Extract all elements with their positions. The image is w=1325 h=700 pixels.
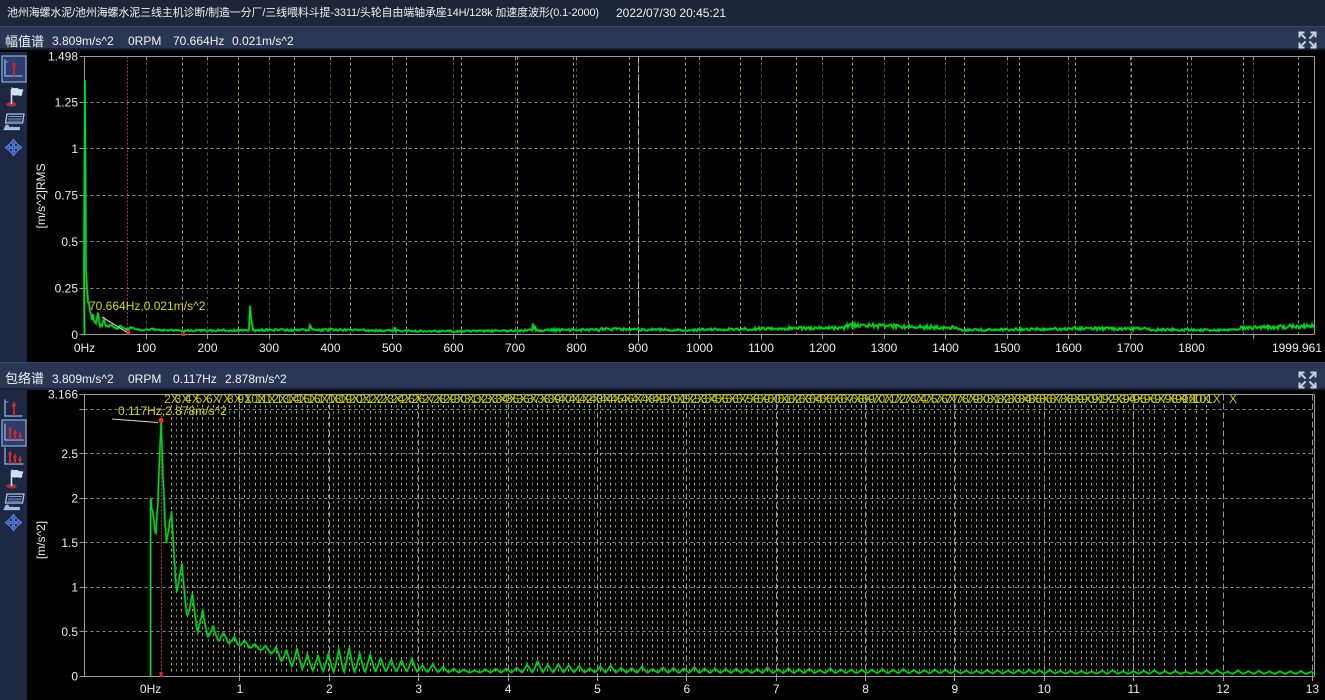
svg-text:1500: 1500 <box>994 341 1021 355</box>
svg-text:8: 8 <box>862 682 869 696</box>
svg-text:100: 100 <box>136 341 156 355</box>
svg-text:1300: 1300 <box>871 341 898 355</box>
svg-text:1100: 1100 <box>748 341 774 355</box>
svg-text:[m/s^2]RMS: [m/s^2]RMS <box>34 164 48 229</box>
svg-text:5: 5 <box>594 682 601 696</box>
svg-text:2: 2 <box>71 491 78 505</box>
svg-text:2.5: 2.5 <box>61 447 78 461</box>
svg-text:0.5: 0.5 <box>61 625 78 639</box>
svg-text:0Hz: 0Hz <box>140 682 161 696</box>
svg-text:0.5: 0.5 <box>61 235 78 249</box>
svg-text:400: 400 <box>320 341 340 355</box>
svg-text:1.25: 1.25 <box>55 96 79 110</box>
svg-text:3.166: 3.166 <box>48 390 78 402</box>
svg-text:200: 200 <box>197 341 217 355</box>
svg-text:0: 0 <box>71 328 78 342</box>
svg-text:13: 13 <box>1306 682 1320 696</box>
svg-text:101X: 101X <box>1193 392 1221 406</box>
svg-text:70.664Hz,0.021m/s^2: 70.664Hz,0.021m/s^2 <box>89 299 206 313</box>
svg-text:1700: 1700 <box>1117 341 1144 355</box>
svg-text:1999.961: 1999.961 <box>1272 341 1322 355</box>
svg-text:1800: 1800 <box>1178 341 1205 355</box>
svg-text:800: 800 <box>566 341 586 355</box>
svg-text:1.5: 1.5 <box>61 536 78 550</box>
svg-text:0.25: 0.25 <box>55 282 79 296</box>
svg-text:1.498: 1.498 <box>48 52 78 64</box>
svg-text:X: X <box>1229 392 1237 406</box>
svg-text:12: 12 <box>1216 682 1230 696</box>
svg-text:300: 300 <box>259 341 279 355</box>
svg-text:9: 9 <box>952 682 959 696</box>
svg-text:1: 1 <box>71 580 78 594</box>
svg-text:7: 7 <box>773 682 780 696</box>
svg-text:1600: 1600 <box>1055 341 1082 355</box>
svg-text:500: 500 <box>382 341 402 355</box>
svg-text:11: 11 <box>1127 682 1140 696</box>
svg-text:2: 2 <box>326 682 333 696</box>
svg-text:0.117Hz,2.878m/s^2: 0.117Hz,2.878m/s^2 <box>118 404 227 418</box>
svg-text:6: 6 <box>683 682 690 696</box>
svg-text:1: 1 <box>237 682 244 696</box>
svg-text:[m/s^2]: [m/s^2] <box>34 521 48 559</box>
svg-text:1400: 1400 <box>932 341 959 355</box>
svg-text:0.75: 0.75 <box>55 189 79 203</box>
svg-text:700: 700 <box>505 341 525 355</box>
svg-text:900: 900 <box>628 341 648 355</box>
svg-text:4: 4 <box>505 682 512 696</box>
svg-text:3: 3 <box>415 682 422 696</box>
svg-text:0: 0 <box>71 670 78 684</box>
svg-text:1: 1 <box>71 142 78 156</box>
svg-text:600: 600 <box>443 341 463 355</box>
svg-text:0Hz: 0Hz <box>74 341 95 355</box>
svg-text:10: 10 <box>1038 682 1052 696</box>
svg-text:1200: 1200 <box>809 341 836 355</box>
svg-text:1000: 1000 <box>686 341 713 355</box>
